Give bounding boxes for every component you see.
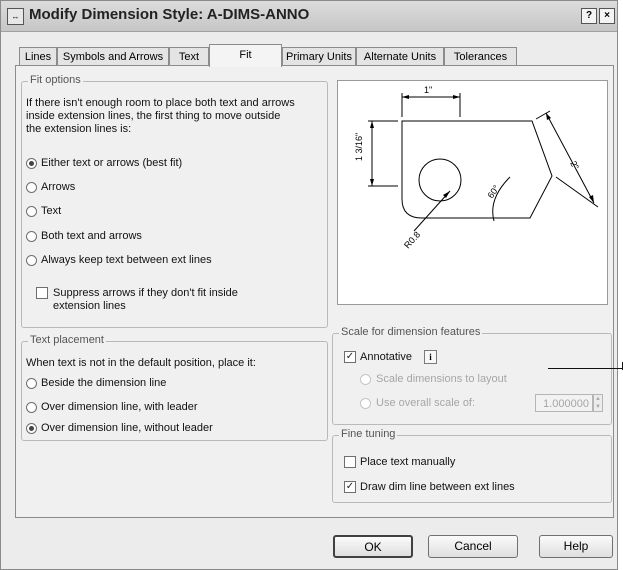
help-button[interactable]: Help [539, 535, 613, 558]
fit-options-description: If there isn't enough room to place both… [26, 97, 295, 135]
label-always-keep-text-between: Always keep text between ext lines [41, 254, 212, 266]
label-place-text-manually: Place text manually [360, 456, 456, 468]
label-beside-dimension-line: Beside the dimension line [41, 377, 167, 389]
dimension-style-icon: ↔ [7, 8, 24, 25]
overall-scale-input[interactable]: 1.000000 [535, 394, 593, 412]
radio-beside-dimension-line[interactable] [26, 378, 37, 389]
label-either-text-or-arrows: Either text or arrows (best fit) [41, 157, 183, 169]
dim-arc-angle [492, 176, 511, 222]
close-button[interactable]: × [599, 8, 615, 24]
ok-button[interactable]: OK [333, 535, 413, 558]
cancel-button[interactable]: Cancel [428, 535, 518, 558]
help-title-button[interactable]: ? [581, 8, 597, 24]
tab-primary-units[interactable]: Primary Units [282, 47, 356, 65]
radio-over-without-leader[interactable] [26, 423, 37, 434]
preview-drawing: 1" 1 3/16" 2" 60° R0.8 [354, 85, 599, 251]
label-over-with-leader: Over dimension line, with leader [41, 401, 198, 413]
text-placement-description: When text is not in the default position… [26, 357, 256, 369]
radio-either-text-or-arrows[interactable] [26, 158, 37, 169]
label-arrows: Arrows [41, 181, 76, 193]
tab-symbols-and-arrows[interactable]: Symbols and Arrows [57, 47, 169, 65]
suppress-arrows-checkbox[interactable] [36, 287, 48, 299]
label-over-without-leader: Over dimension line, without leader [41, 422, 213, 434]
tab-fit[interactable]: Fit [209, 44, 282, 67]
tab-text[interactable]: Text [169, 47, 209, 65]
ext-line-right-b [555, 176, 599, 208]
radio-both-text-and-arrows[interactable] [26, 231, 37, 242]
overall-scale-spinner[interactable]: ▲ ▼ [593, 394, 603, 412]
scale-legend: Scale for dimension features [339, 326, 483, 338]
modify-dimension-style-dialog: ↔ Modify Dimension Style: A-DIMS-ANNO ? … [0, 0, 618, 570]
radio-scale-to-layout[interactable] [360, 374, 371, 385]
label-scale-to-layout: Scale dimensions to layout [376, 373, 507, 385]
part-hole [418, 158, 462, 202]
dimension-preview: 1" 1 3/16" 2" 60° R0.8 [337, 80, 608, 305]
label-both-text-and-arrows: Both text and arrows [41, 230, 142, 242]
label-text: Text [41, 205, 62, 217]
label-annotative: Annotative [360, 351, 412, 363]
radio-overall-scale[interactable] [360, 398, 371, 409]
text-placement-legend: Text placement [28, 334, 106, 346]
fine-tuning-legend: Fine tuning [339, 428, 398, 440]
radio-text[interactable] [26, 206, 37, 217]
dim-text-top: 1" [424, 85, 432, 95]
radio-over-with-leader[interactable] [26, 402, 37, 413]
label-overall-scale: Use overall scale of: [376, 397, 476, 409]
callout-leader-line [548, 368, 623, 369]
window-title: Modify Dimension Style: A-DIMS-ANNO [29, 6, 310, 23]
dim-leader-radius [413, 190, 451, 232]
draw-dim-line-checkbox[interactable]: ✓ [344, 481, 356, 493]
part-outline [401, 120, 553, 219]
radio-arrows[interactable] [26, 182, 37, 193]
label-suppress-arrows: Suppress arrows if they don't fit inside… [53, 287, 238, 312]
radio-always-keep-text-between[interactable] [26, 255, 37, 266]
label-draw-dim-line: Draw dim line between ext lines [360, 481, 515, 493]
dim-text-right: 2" [568, 159, 581, 171]
place-text-manually-checkbox[interactable] [344, 456, 356, 468]
dim-text-left: 1 3/16" [354, 133, 364, 161]
title-bar[interactable]: ↔ Modify Dimension Style: A-DIMS-ANNO ? … [1, 1, 617, 32]
tab-alternate-units[interactable]: Alternate Units [356, 47, 444, 65]
tab-lines[interactable]: Lines [19, 47, 57, 65]
dim-text-radius: R0.8 [402, 230, 422, 251]
fit-options-legend: Fit options [28, 74, 83, 86]
annotative-info-icon[interactable]: i [424, 350, 437, 364]
tab-tolerances[interactable]: Tolerances [444, 47, 517, 65]
dim-text-angle: 60° [485, 183, 501, 200]
annotative-checkbox[interactable]: ✓ [344, 351, 356, 363]
dim-line-right [545, 112, 595, 204]
